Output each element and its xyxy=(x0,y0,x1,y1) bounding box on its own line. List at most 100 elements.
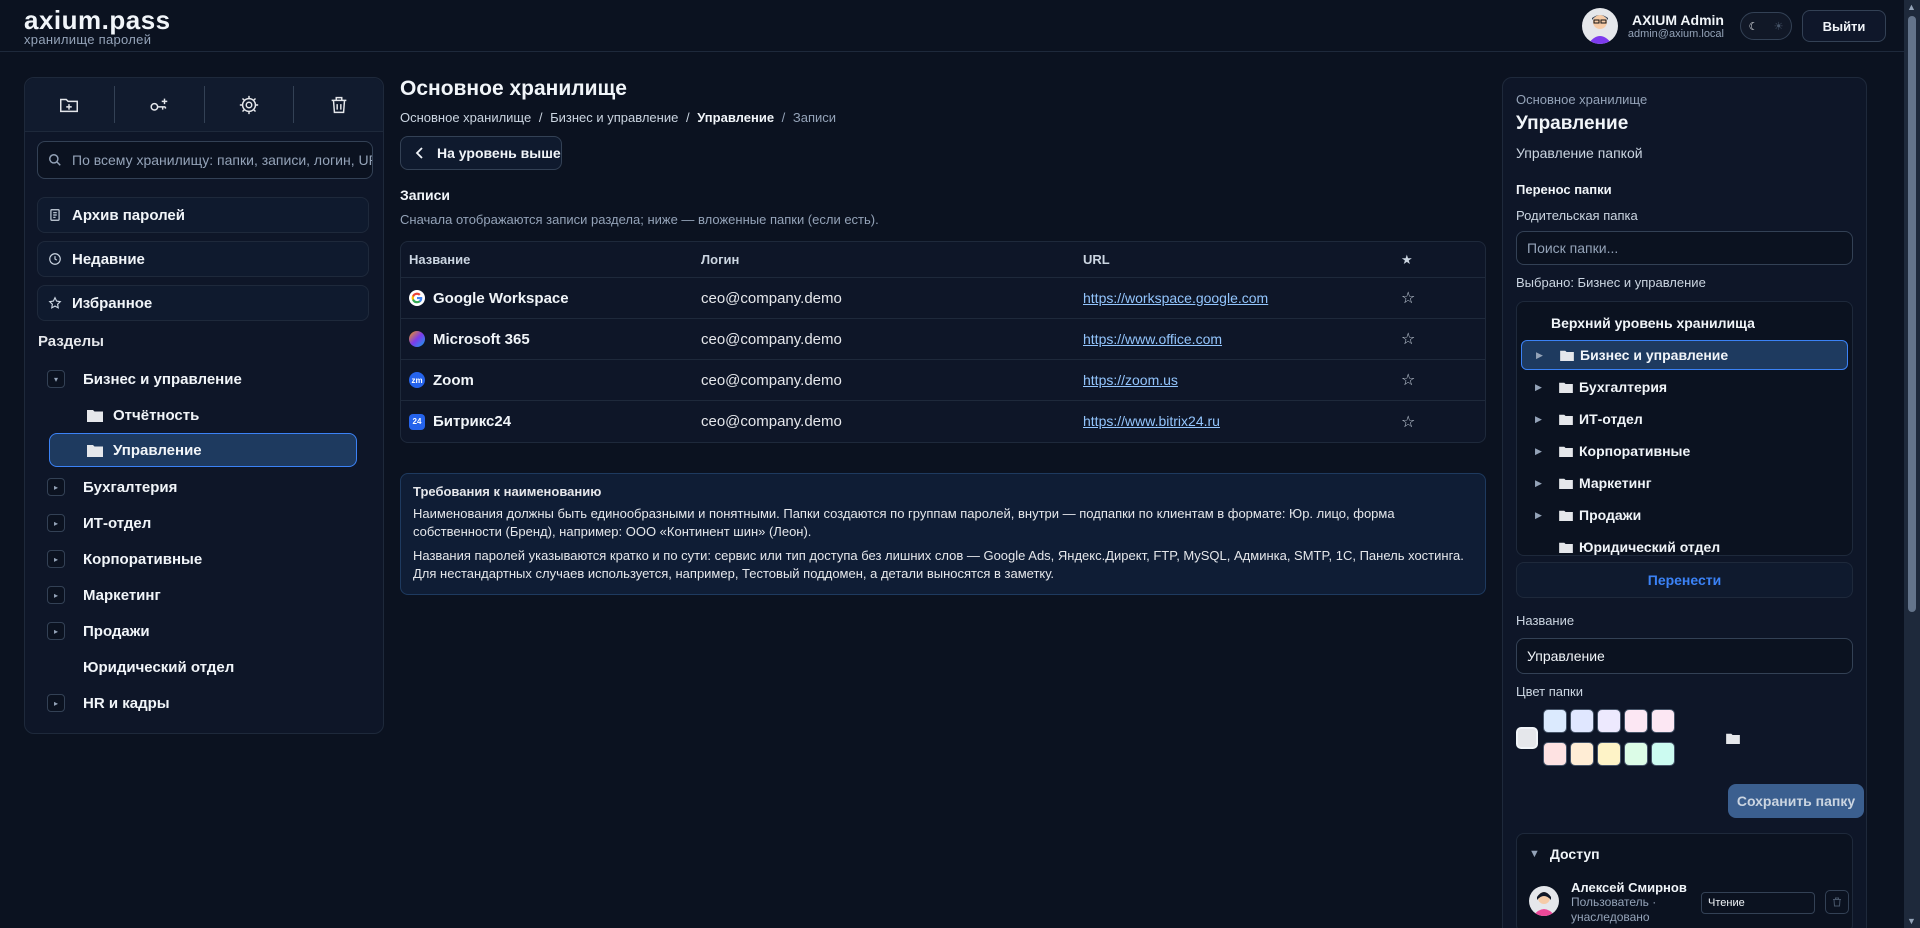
user-info[interactable]: AXIUM Admin admin@axium.local xyxy=(1581,8,1724,44)
tree-item-marketing[interactable]: ▸ Маркетинг xyxy=(47,578,161,612)
new-folder-button[interactable] xyxy=(25,86,115,123)
tree-item-it[interactable]: ▸ ИТ-отдел xyxy=(47,506,151,540)
favorite-star-icon[interactable]: ☆ xyxy=(1395,370,1485,390)
expand-caret-icon[interactable]: ▸ xyxy=(47,478,65,496)
breadcrumb-item[interactable]: Основное хранилище xyxy=(400,110,531,125)
color-swatch[interactable] xyxy=(1651,709,1675,733)
tree-item-reporting[interactable]: Отчётность xyxy=(87,398,199,432)
folder-name-input[interactable]: Управление xyxy=(1516,638,1853,674)
folder-option-business[interactable]: ▶ Бизнес и управление xyxy=(1521,340,1848,370)
folder-option-root[interactable]: Верхний уровень хранилища xyxy=(1517,308,1852,338)
expand-caret-icon[interactable]: ▸ xyxy=(47,550,65,568)
col-login[interactable]: Логин xyxy=(697,252,1079,267)
tree-item-sales[interactable]: ▸ Продажи xyxy=(47,614,150,648)
folder-option-accounting[interactable]: ▶ Бухгалтерия xyxy=(1521,372,1852,402)
expand-caret-icon[interactable]: ▸ xyxy=(47,586,65,604)
color-swatch[interactable] xyxy=(1543,742,1567,766)
color-swatch[interactable] xyxy=(1624,742,1648,766)
tree-item-accounting[interactable]: ▸ Бухгалтерия xyxy=(47,470,177,504)
expand-caret-icon[interactable]: ▸ xyxy=(47,622,65,640)
table-row[interactable]: 24 Битрикс24 ceo@company.demo https://ww… xyxy=(401,401,1485,442)
user-avatar xyxy=(1581,8,1618,44)
tree-item-management[interactable]: Управление xyxy=(49,433,357,467)
color-swatch[interactable] xyxy=(1543,709,1567,733)
folder-option-marketing[interactable]: ▶ Маркетинг xyxy=(1521,468,1852,498)
brand[interactable]: axium.pass хранилище паролей xyxy=(24,7,171,47)
panel-breadcrumb[interactable]: Основное хранилище xyxy=(1516,92,1853,107)
folder-icon xyxy=(1559,542,1573,553)
tree-item-legal[interactable]: Юридический отдел xyxy=(83,650,234,684)
move-folder-button[interactable]: Перенести xyxy=(1516,562,1853,598)
tree-item-corporate[interactable]: ▸ Корпоративные xyxy=(47,542,202,576)
sidebar-search[interactable] xyxy=(37,141,373,179)
archive-icon xyxy=(50,209,60,221)
scroll-up-icon[interactable]: ▲ xyxy=(1907,2,1916,12)
theme-toggle[interactable]: ☾ ☀ xyxy=(1740,12,1792,40)
color-swatch[interactable] xyxy=(1570,742,1594,766)
expand-caret-icon[interactable]: ▸ xyxy=(47,694,65,712)
expand-triangle-icon[interactable]: ▶ xyxy=(1535,382,1551,393)
color-swatch[interactable] xyxy=(1651,742,1675,766)
color-swatch[interactable] xyxy=(1597,709,1621,733)
folder-option-sales[interactable]: ▶ Продажи xyxy=(1521,500,1852,530)
parent-folder-search[interactable] xyxy=(1516,231,1853,265)
favorite-star-icon[interactable]: ☆ xyxy=(1395,288,1485,308)
expand-triangle-icon[interactable]: ▶ xyxy=(1535,414,1551,425)
folder-option-corporate[interactable]: ▶ Корпоративные xyxy=(1521,436,1852,466)
sidebar-search-input[interactable] xyxy=(72,152,372,168)
record-url-link[interactable]: https://www.bitrix24.ru xyxy=(1083,413,1220,429)
record-url-link[interactable]: https://www.office.com xyxy=(1083,331,1222,347)
scrollbar-thumb[interactable] xyxy=(1908,16,1916,612)
up-level-button[interactable]: На уровень выше xyxy=(400,136,562,170)
favorite-star-icon[interactable]: ☆ xyxy=(1395,412,1485,432)
page-scrollbar[interactable]: ▲ ▼ xyxy=(1904,0,1920,928)
tree-item-hr[interactable]: ▸ HR и кадры xyxy=(47,686,170,720)
breadcrumb-sep: / xyxy=(685,110,690,125)
selected-folder-text: Выбрано: Бизнес и управление xyxy=(1516,275,1706,290)
settings-button[interactable] xyxy=(205,86,295,123)
trash-button[interactable] xyxy=(294,86,383,123)
new-record-button[interactable] xyxy=(115,86,205,123)
folder-option-it[interactable]: ▶ ИТ-отдел xyxy=(1521,404,1852,434)
col-name[interactable]: Название xyxy=(401,252,697,267)
expand-triangle-icon[interactable]: ▶ xyxy=(1535,510,1551,521)
record-url-link[interactable]: https://workspace.google.com xyxy=(1083,290,1268,306)
access-toggle[interactable]: ▼ Доступ xyxy=(1529,846,1600,862)
tree-item-label: Бизнес и управление xyxy=(83,370,242,388)
table-row[interactable]: zm Zoom ceo@company.demo https://zoom.us… xyxy=(401,360,1485,401)
logout-button[interactable]: Выйти xyxy=(1802,10,1886,42)
scroll-down-icon[interactable]: ▼ xyxy=(1907,916,1916,926)
record-url-link[interactable]: https://zoom.us xyxy=(1083,372,1178,388)
table-header: Название Логин URL ★ xyxy=(401,242,1485,278)
col-favorite[interactable]: ★ xyxy=(1395,252,1485,268)
archive-button[interactable]: Архив паролей xyxy=(37,197,369,233)
expand-triangle-icon[interactable]: ▶ xyxy=(1535,478,1551,489)
color-swatch[interactable] xyxy=(1570,709,1594,733)
color-swatch-default[interactable] xyxy=(1516,727,1538,749)
table-row[interactable]: Google Workspace ceo@company.demo https:… xyxy=(401,278,1485,319)
color-swatch[interactable] xyxy=(1624,709,1648,733)
folder-option-label: Юридический отдел xyxy=(1579,539,1721,555)
parent-folder-search-input[interactable] xyxy=(1527,240,1837,256)
expand-caret-icon[interactable]: ▸ xyxy=(47,514,65,532)
collapse-caret-icon[interactable]: ▾ xyxy=(47,370,65,388)
breadcrumb-item[interactable]: Бизнес и управление xyxy=(550,110,678,125)
recent-button[interactable]: Недавние xyxy=(37,241,369,277)
remove-member-button[interactable] xyxy=(1825,890,1849,914)
member-role: Пользователь · унаследовано xyxy=(1571,895,1657,924)
folder-option-legal[interactable]: Юридический отдел xyxy=(1521,532,1852,555)
star-icon xyxy=(48,296,62,309)
records-table: Название Логин URL ★ Google Workspace ce… xyxy=(400,241,1486,443)
tree-item-business[interactable]: ▾ Бизнес и управление xyxy=(47,362,242,396)
color-swatch[interactable] xyxy=(1597,742,1621,766)
table-row[interactable]: Microsoft 365 ceo@company.demo https://w… xyxy=(401,319,1485,360)
expand-triangle-icon[interactable]: ▶ xyxy=(1535,446,1551,457)
tree-item-label: Маркетинг xyxy=(83,586,161,604)
save-folder-button[interactable]: Сохранить папку xyxy=(1728,784,1864,818)
member-permission-select[interactable]: Чтение xyxy=(1701,892,1815,914)
favorite-star-icon[interactable]: ☆ xyxy=(1395,329,1485,349)
col-url[interactable]: URL xyxy=(1079,252,1395,267)
record-login: ceo@company.demo xyxy=(701,289,842,307)
expand-triangle-icon[interactable]: ▶ xyxy=(1536,350,1552,361)
favorites-button[interactable]: Избранное xyxy=(37,285,369,321)
